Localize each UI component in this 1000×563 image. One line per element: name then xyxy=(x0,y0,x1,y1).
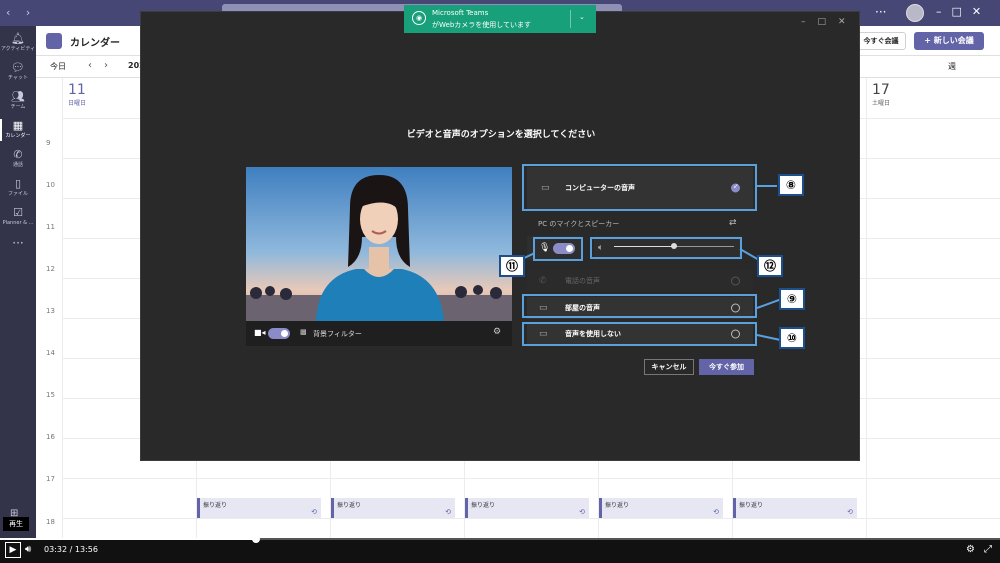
chevron-down-icon[interactable]: ⌄ xyxy=(579,13,585,21)
rail-item-planner[interactable]: ☑ Planner & ... xyxy=(0,204,36,232)
background-filter-icon: ▩ xyxy=(300,328,307,336)
calendar-icon xyxy=(46,33,62,49)
video-player-bar xyxy=(0,538,1000,563)
cancel-button[interactable]: キャンセル xyxy=(644,359,694,375)
hour-label: 12 xyxy=(46,265,55,273)
preview-controls: ■◂ ▩ 背景フィルター ⚙ xyxy=(246,321,512,346)
chat-icon: 💬︎ xyxy=(11,61,25,74)
hour-label: 17 xyxy=(46,475,55,483)
meet-now-button[interactable]: 今すぐ会議 xyxy=(856,32,906,50)
pc-mic-speaker-label: PC のマイクとスピーカー xyxy=(538,220,620,228)
video-preview xyxy=(246,167,512,321)
hour-label: 13 xyxy=(46,307,55,315)
bell-icon: 🔔︎ xyxy=(11,32,25,45)
phone-icon: ✆ xyxy=(539,276,547,286)
today-button[interactable]: 今日 xyxy=(50,61,66,72)
annotation-badge-12: ⑫ xyxy=(757,255,783,277)
highlight-computer-audio xyxy=(522,164,757,211)
rail-item-calls[interactable]: ✆ 通話 xyxy=(0,146,36,174)
device-settings-icon[interactable]: ⇄ xyxy=(729,218,737,228)
new-meeting-button[interactable]: + 新しい会議 xyxy=(914,32,984,50)
highlight-room-audio xyxy=(522,294,757,318)
day-header-last: 17 土曜日 xyxy=(872,82,891,107)
recurring-icon: ⟲ xyxy=(713,508,719,516)
volume-icon[interactable]: 🔊︎ xyxy=(25,544,31,555)
gear-icon[interactable]: ⚙ xyxy=(493,327,501,337)
calendar-event[interactable]: 振り返り ⟲ xyxy=(465,498,589,518)
recurring-icon: ⟲ xyxy=(847,508,853,516)
left-rail: 🔔︎ アクティビティ 💬︎ チャット 👥︎ チーム ▦ カレンダー ✆ 通話 ▯… xyxy=(0,26,36,563)
recurring-icon: ⟲ xyxy=(445,508,451,516)
progress-fill xyxy=(0,538,256,540)
annotation-badge-10: ⑩ xyxy=(779,327,805,349)
phone-icon: ✆ xyxy=(13,148,23,161)
phone-audio-option[interactable]: ✆ 電話の音声 xyxy=(527,270,753,292)
planner-icon: ☑ xyxy=(13,206,23,219)
nav-arrows[interactable]: ‹ › xyxy=(6,6,36,19)
camera-toggle[interactable] xyxy=(268,328,290,339)
avatar[interactable] xyxy=(906,4,924,22)
webcam-icon: ◉ xyxy=(412,11,426,25)
hour-label: 9 xyxy=(46,139,51,147)
playback-time: 03:32 / 13:56 xyxy=(44,545,98,554)
day-header-first: 11 日曜日 xyxy=(68,82,87,107)
rail-item-files[interactable]: ▯ ファイル xyxy=(0,175,36,203)
hour-label: 15 xyxy=(46,391,55,399)
play-tooltip: 再生 xyxy=(3,517,29,531)
rail-item-calendar[interactable]: ▦ カレンダー xyxy=(0,117,36,145)
highlight-speaker xyxy=(590,237,742,259)
fullscreen-icon[interactable]: ⤢ xyxy=(984,544,992,555)
hour-label: 18 xyxy=(46,518,55,526)
background-filter-label[interactable]: 背景フィルター xyxy=(313,329,362,339)
annotation-badge-8: ⑧ xyxy=(778,174,804,196)
hour-label: 10 xyxy=(46,181,55,189)
camera-icon: ■◂ xyxy=(254,328,266,337)
recurring-icon: ⟲ xyxy=(311,508,317,516)
annotation-badge-11: ⑪ xyxy=(499,255,525,277)
hour-label: 11 xyxy=(46,223,55,231)
join-now-button[interactable]: 今すぐ参加 xyxy=(699,359,754,375)
recurring-icon: ⟲ xyxy=(579,508,585,516)
view-selector[interactable]: 週 xyxy=(948,61,956,72)
highlight-mic xyxy=(533,237,583,261)
settings-icon[interactable]: ⚙ xyxy=(966,544,975,555)
file-icon: ▯ xyxy=(14,177,22,190)
calendar-event[interactable]: 振り返り ⟲ xyxy=(331,498,455,518)
highlight-no-audio xyxy=(522,322,757,346)
progress-handle[interactable] xyxy=(252,535,260,543)
week-nav-arrows[interactable]: ‹› xyxy=(88,60,120,71)
teams-icon: 👥︎ xyxy=(11,90,25,103)
page-title: カレンダー xyxy=(70,38,120,49)
rail-item-chat[interactable]: 💬︎ チャット xyxy=(0,59,36,87)
annotation-badge-9: ⑨ xyxy=(779,288,805,310)
calendar-icon: ▦ xyxy=(12,119,24,132)
phone-audio-radio[interactable] xyxy=(731,276,740,286)
hour-label: 16 xyxy=(46,433,55,441)
calendar-event[interactable]: 振り返り ⟲ xyxy=(733,498,857,518)
hour-label: 14 xyxy=(46,349,55,357)
play-button[interactable]: ▶ xyxy=(5,542,21,558)
rail-item-activity[interactable]: 🔔︎ アクティビティ xyxy=(0,30,36,58)
more-options-icon[interactable]: ··· xyxy=(875,5,886,19)
rail-item-teams[interactable]: 👥︎ チーム xyxy=(0,88,36,116)
window-controls[interactable]: –□✕ xyxy=(936,5,991,18)
camera-in-use-toast[interactable]: ◉ Microsoft Teams がWebカメラを使用しています ⌄ xyxy=(404,5,596,33)
dialog-title: ビデオと音声のオプションを選択してください xyxy=(406,130,596,140)
calendar-event[interactable]: 振り返り ⟲ xyxy=(599,498,723,518)
more-apps-icon[interactable]: ··· xyxy=(0,236,36,250)
calendar-event[interactable]: 振り返り ⟲ xyxy=(197,498,321,518)
dialog-window-controls[interactable]: –□✕ xyxy=(801,17,858,27)
